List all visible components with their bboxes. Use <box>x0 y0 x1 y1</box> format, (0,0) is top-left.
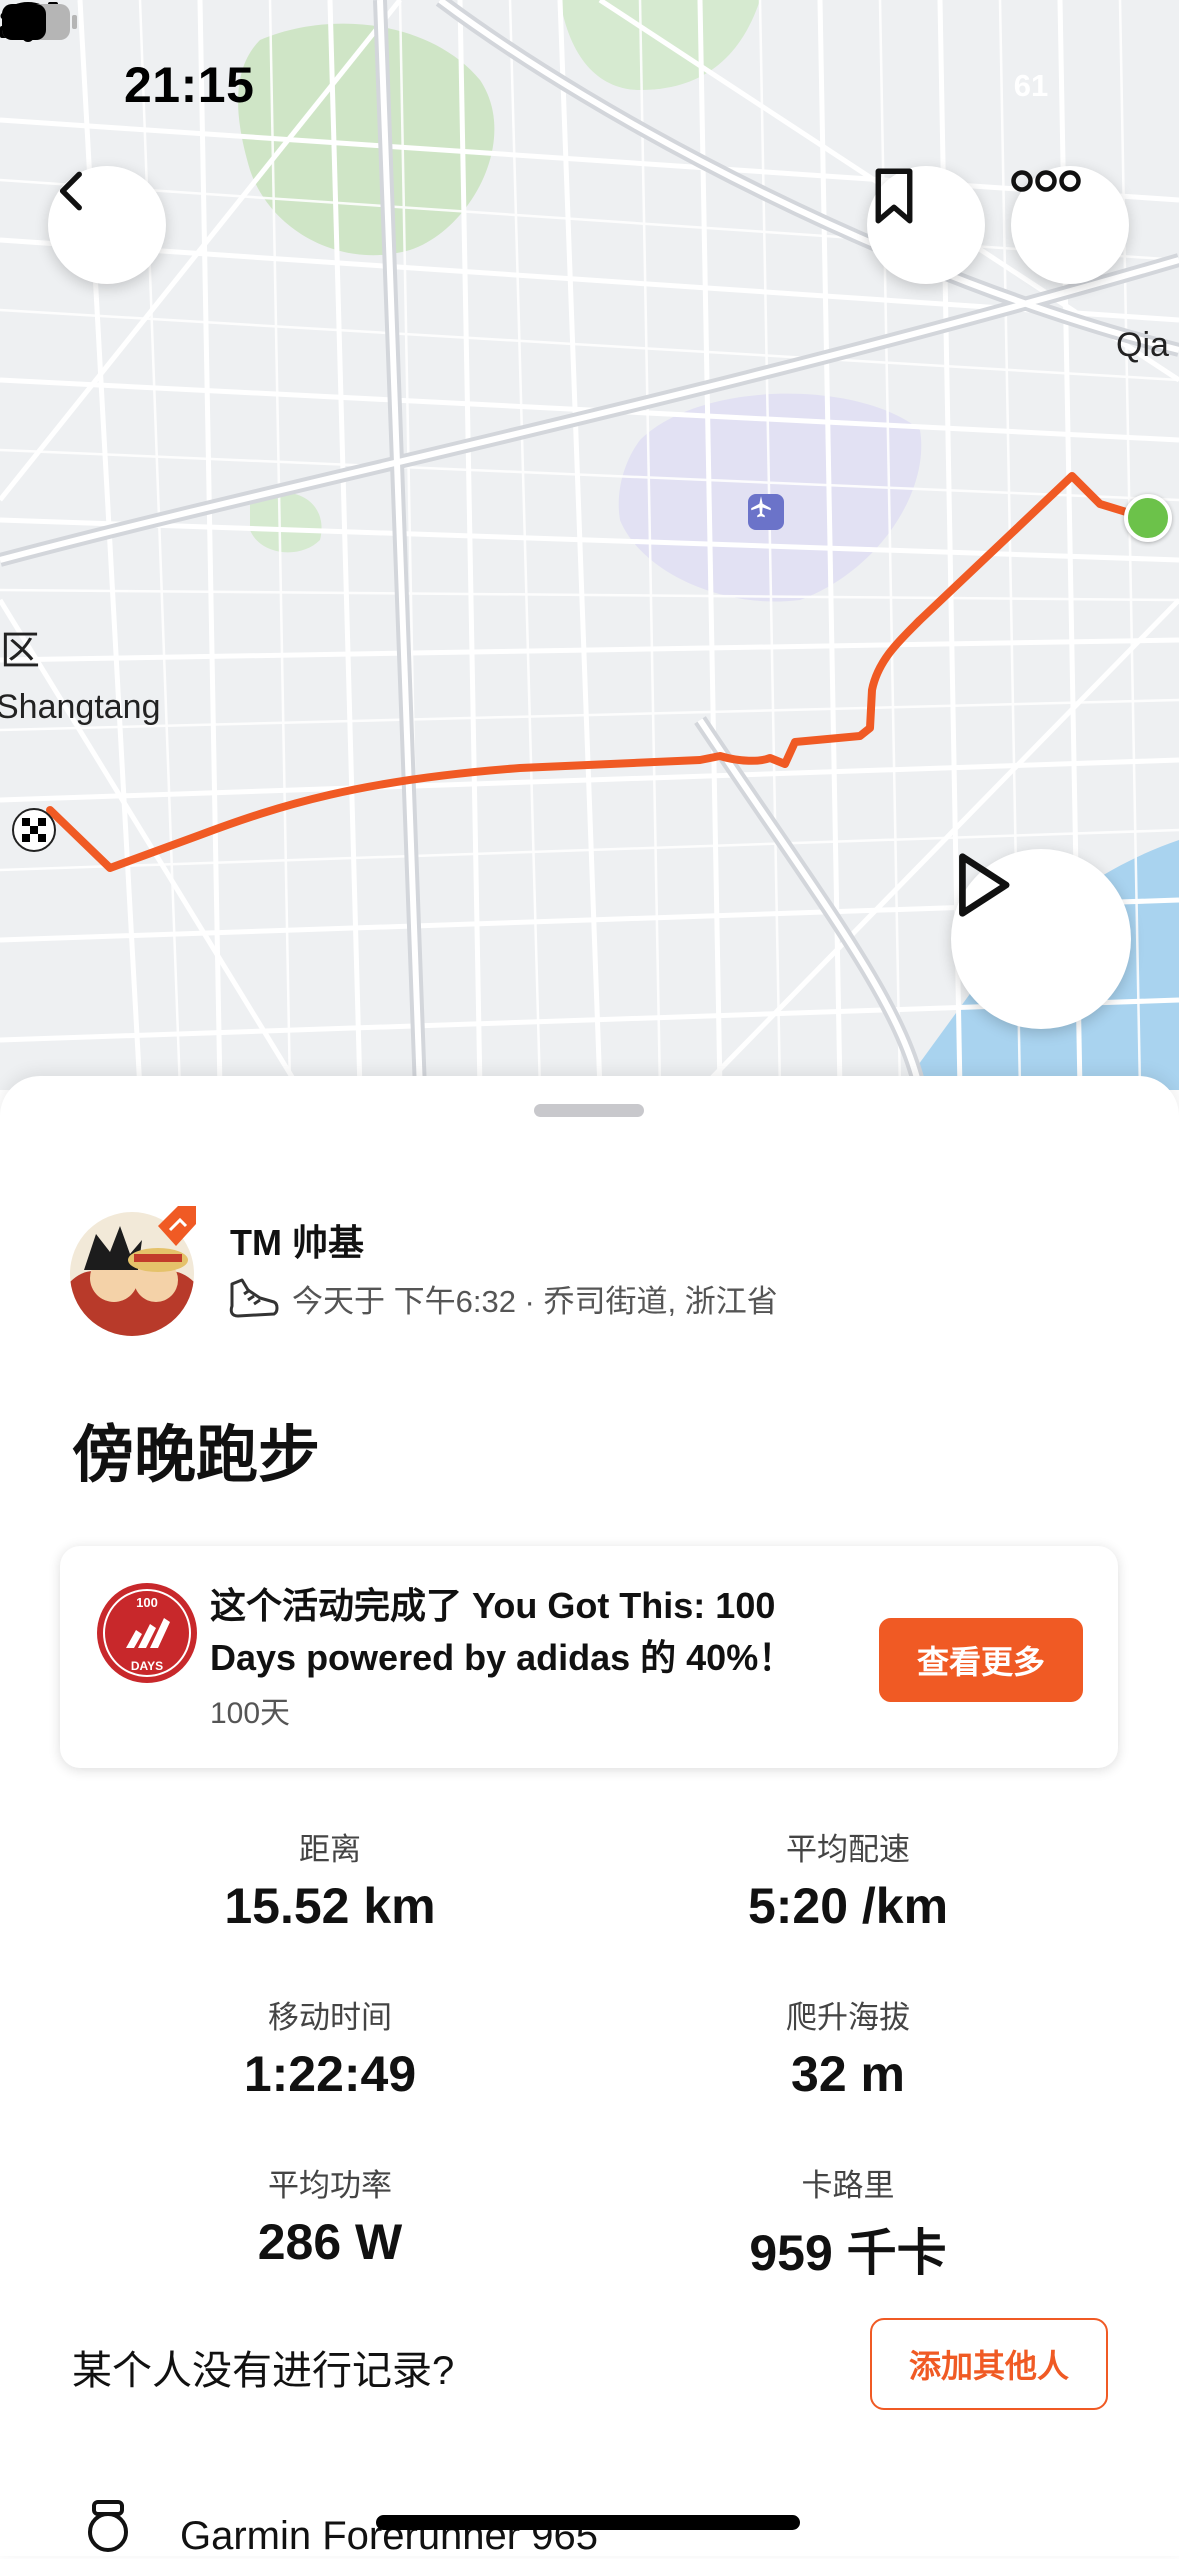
stat-avg-power: 平均功率 286 W <box>110 2160 550 2271</box>
stat-moving-time: 移动时间 1:22:49 <box>110 1992 550 2103</box>
stat-calories: 卡路里 959 千卡 <box>628 2160 1068 2285</box>
subscriber-badge-icon <box>158 1206 196 1246</box>
back-button[interactable] <box>48 166 166 284</box>
challenge-card[interactable]: 100 DAYS 这个活动完成了 You Got This: 100 Days … <box>60 1546 1118 1768</box>
challenge-logo-top-text: 100 <box>136 1595 158 1610</box>
chevron-left-icon <box>59 171 82 211</box>
start-marker <box>1124 494 1172 542</box>
more-options-button[interactable] <box>1011 166 1129 284</box>
activity-title: 傍晚跑步 <box>72 1421 321 1490</box>
battery-level: 61 <box>1013 68 1049 103</box>
challenge-text: 这个活动完成了 You Got This: 100 Days powered b… <box>210 1585 795 1678</box>
stat-avg-pace: 平均配速 5:20 /km <box>628 1824 1068 1935</box>
play-flyover-button[interactable] <box>951 849 1131 1029</box>
challenge-logo-bottom-text: DAYS <box>131 1659 163 1673</box>
stat-value: 32 m <box>791 2046 905 2102</box>
stat-value: 5:20 /km <box>747 1878 949 1934</box>
add-others-button[interactable]: 添加其他人 <box>870 2318 1108 2410</box>
stat-distance: 距离 15.52 km <box>110 1824 550 1935</box>
more-dots-icon <box>1011 170 1081 192</box>
challenge-logo: 100 DAYS <box>97 1583 197 1683</box>
sheet-grabber[interactable] <box>534 1104 644 1117</box>
status-time: 21:15 <box>124 57 255 113</box>
stat-elevation-gain: 爬升海拔 32 m <box>628 1992 1068 2103</box>
stat-label: 爬升海拔 <box>786 2000 910 2035</box>
airport-icon <box>748 494 784 530</box>
map-label-district: 区 <box>0 629 40 673</box>
stat-value: 15.52 km <box>224 1878 436 1934</box>
battery-icon <box>2 4 77 40</box>
bookmark-button[interactable] <box>867 166 985 284</box>
watch-icon <box>88 2500 128 2552</box>
checkered-flag-icon <box>12 808 56 852</box>
status-bar: 21:15 61 <box>0 0 1179 170</box>
route-map[interactable]: 区 Shangtang Qia 21:15 61 <box>0 0 1179 1090</box>
running-shoe-icon <box>229 1278 279 1318</box>
activity-meta: 今天于 下午6:32 · 乔司街道, 浙江省 <box>226 1276 778 1320</box>
stat-label: 移动时间 <box>268 2000 392 2035</box>
activity-meta-text: 今天于 下午6:32 · 乔司街道, 浙江省 <box>292 1283 778 1319</box>
stat-label: 平均功率 <box>268 2168 392 2203</box>
add-others-prompt: 某个人没有进行记录? <box>72 2349 455 2393</box>
stat-label: 平均配速 <box>786 1832 910 1867</box>
challenge-subtext: 100天 <box>210 1697 291 1730</box>
map-label-qia: Qia <box>1116 326 1169 364</box>
home-indicator[interactable] <box>376 2515 800 2530</box>
stat-label: 距离 <box>299 1832 361 1867</box>
bookmark-icon <box>875 168 913 224</box>
stat-value: 959 千卡 <box>749 2225 947 2281</box>
athlete-name[interactable]: TM 帅基 <box>230 1214 364 1266</box>
view-more-button[interactable]: 查看更多 <box>879 1618 1083 1702</box>
stat-value: 286 W <box>257 2214 403 2270</box>
play-icon <box>959 853 1010 917</box>
map-label-shangtang: Shangtang <box>0 688 161 726</box>
stat-value: 1:22:49 <box>243 2046 417 2102</box>
stat-label: 卡路里 <box>801 2168 895 2203</box>
